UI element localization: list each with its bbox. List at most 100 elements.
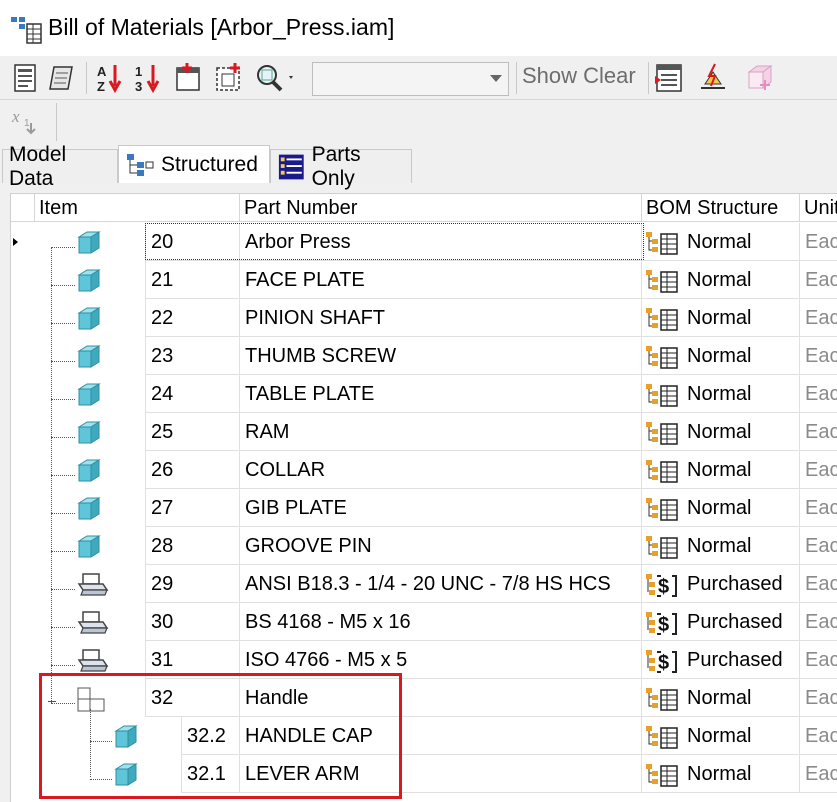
part-number-cell[interactable]: PINION SHAFT: [240, 299, 642, 337]
tab-structured[interactable]: Structured: [118, 145, 270, 183]
bom-structure-cell[interactable]: Normal: [642, 375, 800, 413]
column-header-bom-structure[interactable]: BOM Structure: [642, 194, 800, 222]
table-row[interactable]: 24TABLE PLATE Normal Each: [11, 375, 837, 413]
add-virtual-component-icon[interactable]: [212, 60, 246, 96]
bom-structure-cell[interactable]: Normal: [642, 755, 800, 793]
row-header-corner: [11, 194, 35, 222]
view-combo[interactable]: [312, 62, 509, 96]
parts-only-icon: [278, 154, 304, 179]
bom-structure-cell[interactable]: $ Purchased: [642, 565, 800, 603]
unit-cell[interactable]: Each: [800, 755, 837, 793]
bom-structure-cell[interactable]: Normal: [642, 679, 800, 717]
chevron-down-icon[interactable]: [490, 75, 502, 82]
item-number-cell[interactable]: 21: [145, 261, 240, 299]
purchased-structure-icon: $: [646, 574, 677, 598]
table-row[interactable]: 27GIB PLATE Normal Each: [11, 489, 837, 527]
bom-structure-label: Normal: [687, 269, 752, 291]
tree-cell: [11, 603, 145, 641]
view-options-icon[interactable]: [652, 60, 686, 96]
part-number-cell[interactable]: FACE PLATE: [240, 261, 642, 299]
bom-structure-cell[interactable]: Normal: [642, 489, 800, 527]
bom-structure-label: Normal: [687, 763, 752, 785]
table-row[interactable]: 28GROOVE PIN Normal Each: [11, 527, 837, 565]
item-number-cell[interactable]: 23: [145, 337, 240, 375]
bom-structure-label: Normal: [687, 687, 752, 709]
item-number-cell[interactable]: 26: [145, 451, 240, 489]
column-header-unit[interactable]: Unit: [800, 194, 837, 222]
find-dropdown-icon[interactable]: [252, 60, 298, 96]
item-number-cell[interactable]: 22: [145, 299, 240, 337]
bom-structure-cell[interactable]: Normal: [642, 299, 800, 337]
part-number-cell[interactable]: THUMB SCREW: [240, 337, 642, 375]
unit-cell[interactable]: Each: [800, 451, 837, 489]
unit-cell[interactable]: Each: [800, 641, 837, 679]
bom-structure-cell[interactable]: Normal: [642, 413, 800, 451]
bom-structure-label: Normal: [687, 307, 752, 329]
window-title: Bill of Materials [Arbor_Press.iam]: [48, 14, 395, 40]
table-row[interactable]: 29 ANSI B18.3 - 1/4 - 20 UNC - 7/8 HS HCS…: [11, 565, 837, 603]
tab-parts-only[interactable]: Parts Only: [270, 143, 412, 190]
part-number-cell[interactable]: GIB PLATE: [240, 489, 642, 527]
table-row[interactable]: 30BS 4168 - M5 x 16 $ Purchased Each: [11, 603, 837, 641]
bom-structure-cell[interactable]: Normal: [642, 527, 800, 565]
column-header-item[interactable]: Item: [35, 194, 240, 222]
export-parts-list-icon[interactable]: [46, 60, 80, 96]
bom-structure-cell[interactable]: $ Purchased: [642, 641, 800, 679]
table-row[interactable]: 21FACE PLATE Normal Each: [11, 261, 837, 299]
part-number-cell[interactable]: RAM: [240, 413, 642, 451]
unit-cell[interactable]: Each: [800, 299, 837, 337]
svg-text:x: x: [11, 107, 20, 126]
part-number-cell[interactable]: GROOVE PIN: [240, 527, 642, 565]
bom-structure-cell[interactable]: Normal: [642, 451, 800, 489]
svg-text:$: $: [658, 614, 669, 636]
item-number-cell[interactable]: 28: [145, 527, 240, 565]
table-row[interactable]: 23THUMB SCREW Normal Each: [11, 337, 837, 375]
unit-cell[interactable]: Each: [800, 527, 837, 565]
bom-structure-cell[interactable]: Normal: [642, 717, 800, 755]
part-number-cell[interactable]: COLLAR: [240, 451, 642, 489]
unit-cell[interactable]: Each: [800, 679, 837, 717]
show-clear-button[interactable]: Show Clear: [522, 63, 636, 89]
unit-cell[interactable]: Each: [800, 489, 837, 527]
unit-cell[interactable]: Each: [800, 261, 837, 299]
table-row[interactable]: 26COLLAR Normal Each: [11, 451, 837, 489]
unit-cell[interactable]: Each: [800, 337, 837, 375]
export-bom-icon[interactable]: [8, 60, 42, 96]
unit-cell[interactable]: Each: [800, 717, 837, 755]
expression-builder-icon: x1: [8, 103, 42, 139]
tab-structured-label: Structured: [161, 152, 258, 176]
part-icon: [75, 343, 101, 375]
normal-structure-icon: [646, 726, 678, 749]
table-row[interactable]: 22PINION SHAFT Normal Each: [11, 299, 837, 337]
bom-structure-cell[interactable]: Normal: [642, 223, 800, 261]
tree-cell: [11, 375, 145, 413]
unit-cell[interactable]: Each: [800, 413, 837, 451]
unit-cell[interactable]: Each: [800, 565, 837, 603]
normal-structure-icon: [646, 232, 678, 255]
purchased-structure-icon: $: [646, 650, 677, 674]
item-number-cell[interactable]: 25: [145, 413, 240, 451]
unit-cell[interactable]: Each: [800, 375, 837, 413]
item-number-cell[interactable]: 27: [145, 489, 240, 527]
part-number-cell[interactable]: ANSI B18.3 - 1/4 - 20 UNC - 7/8 HS HCS: [240, 565, 642, 603]
unit-cell[interactable]: Each: [800, 603, 837, 641]
bom-structure-cell[interactable]: $ Purchased: [642, 603, 800, 641]
part-number-cell[interactable]: BS 4168 - M5 x 16: [240, 603, 642, 641]
column-header-part-number[interactable]: Part Number: [240, 194, 642, 222]
bom-structure-cell[interactable]: Normal: [642, 337, 800, 375]
part-number-cell[interactable]: TABLE PLATE: [240, 375, 642, 413]
unit-cell[interactable]: Each: [800, 223, 837, 261]
add-custom-part-icon[interactable]: [172, 60, 206, 96]
item-number-cell[interactable]: 30: [145, 603, 240, 641]
table-row[interactable]: 25RAM Normal Each: [11, 413, 837, 451]
normal-structure-icon: [646, 460, 678, 483]
item-number-cell[interactable]: 29: [145, 565, 240, 603]
bom-structure-cell[interactable]: Normal: [642, 261, 800, 299]
item-number-cell[interactable]: 24: [145, 375, 240, 413]
formula-field[interactable]: [56, 103, 837, 141]
tab-model-data[interactable]: Model Data: [2, 143, 118, 190]
update-mass-properties-icon[interactable]: [696, 60, 730, 96]
sort-ascending-icon[interactable]: AZ: [94, 60, 128, 96]
tree-cell: [11, 565, 145, 603]
renumber-items-icon[interactable]: 13: [132, 60, 166, 96]
